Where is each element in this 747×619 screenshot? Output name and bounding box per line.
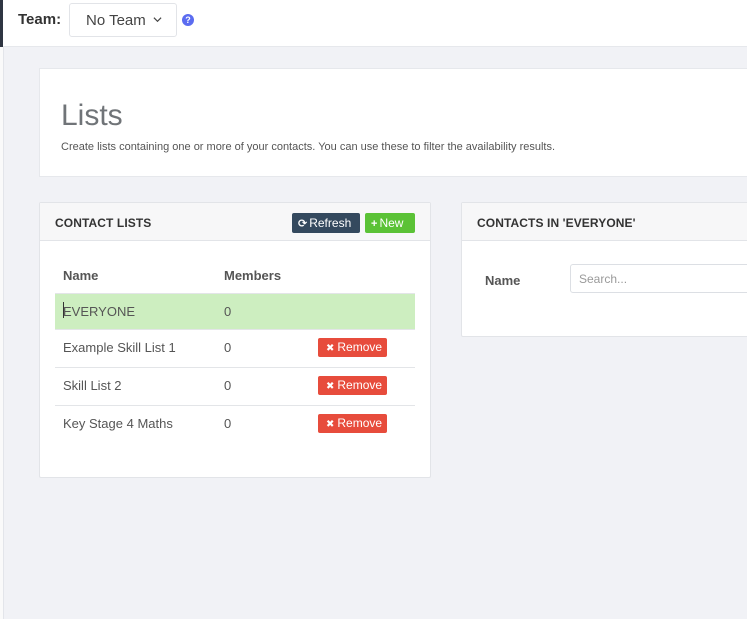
column-header-members: Members	[224, 268, 282, 283]
team-select-value: No Team	[86, 12, 146, 29]
new-label: New	[379, 216, 404, 230]
row-name: Example Skill List 1	[63, 340, 176, 355]
page-description: Create lists containing one or more of y…	[61, 141, 556, 153]
panel-header: CONTACT LISTS ⟳ Refresh + New	[40, 203, 430, 241]
row-members: 0	[224, 304, 232, 319]
panel-header: CONTACTS IN 'EVERYONE'	[462, 203, 747, 241]
refresh-label: Refresh	[309, 216, 352, 230]
table-row[interactable]: Example Skill List 1 0 ✖ Remove	[55, 329, 415, 365]
contact-lists-panel: CONTACT LISTS ⟳ Refresh + New Name Members…	[39, 202, 431, 478]
row-members: 0	[224, 416, 232, 431]
row-name: Key Stage 4 Maths	[63, 416, 173, 431]
page-title: Lists	[61, 99, 123, 132]
remove-label: Remove	[337, 416, 383, 430]
remove-button[interactable]: ✖ Remove	[318, 376, 387, 395]
close-icon: ✖	[326, 343, 335, 354]
left-rail	[0, 47, 4, 619]
row-members: 0	[224, 378, 232, 393]
column-header-name: Name	[63, 268, 99, 283]
plus-icon: +	[371, 218, 378, 230]
table-row[interactable]: Skill List 2 0 ✖ Remove	[55, 367, 415, 403]
row-name: EVERYONE	[63, 304, 136, 319]
refresh-button[interactable]: ⟳ Refresh	[292, 213, 360, 233]
remove-label: Remove	[337, 340, 383, 354]
chevron-down-icon	[153, 17, 162, 23]
table-row[interactable]: Key Stage 4 Maths 0 ✖ Remove	[55, 405, 415, 441]
refresh-icon: ⟳	[298, 218, 308, 230]
panel-title: CONTACT LISTS	[55, 216, 152, 230]
remove-button[interactable]: ✖ Remove	[318, 338, 387, 357]
page-header: Lists Create lists containing one or mor…	[39, 68, 747, 177]
panel-title: CONTACTS IN 'EVERYONE'	[477, 216, 636, 230]
sidebar-edge	[0, 0, 3, 47]
help-icon[interactable]: ?	[182, 14, 194, 26]
new-list-button[interactable]: + New	[365, 213, 415, 233]
name-filter-label: Name	[485, 273, 521, 288]
row-name: Skill List 2	[63, 378, 122, 393]
remove-button[interactable]: ✖ Remove	[318, 414, 387, 433]
team-select[interactable]: No Team	[69, 3, 177, 37]
team-label: Team:	[18, 11, 62, 28]
contacts-in-panel: CONTACTS IN 'EVERYONE' Name	[461, 202, 747, 337]
row-members: 0	[224, 340, 232, 355]
close-icon: ✖	[326, 381, 335, 392]
close-icon: ✖	[326, 419, 335, 430]
table-row[interactable]: EVERYONE 0	[55, 293, 415, 329]
remove-label: Remove	[337, 378, 383, 392]
text-caret	[63, 302, 64, 318]
search-input[interactable]	[570, 264, 747, 293]
top-bar: Team: No Team ?	[0, 0, 747, 47]
